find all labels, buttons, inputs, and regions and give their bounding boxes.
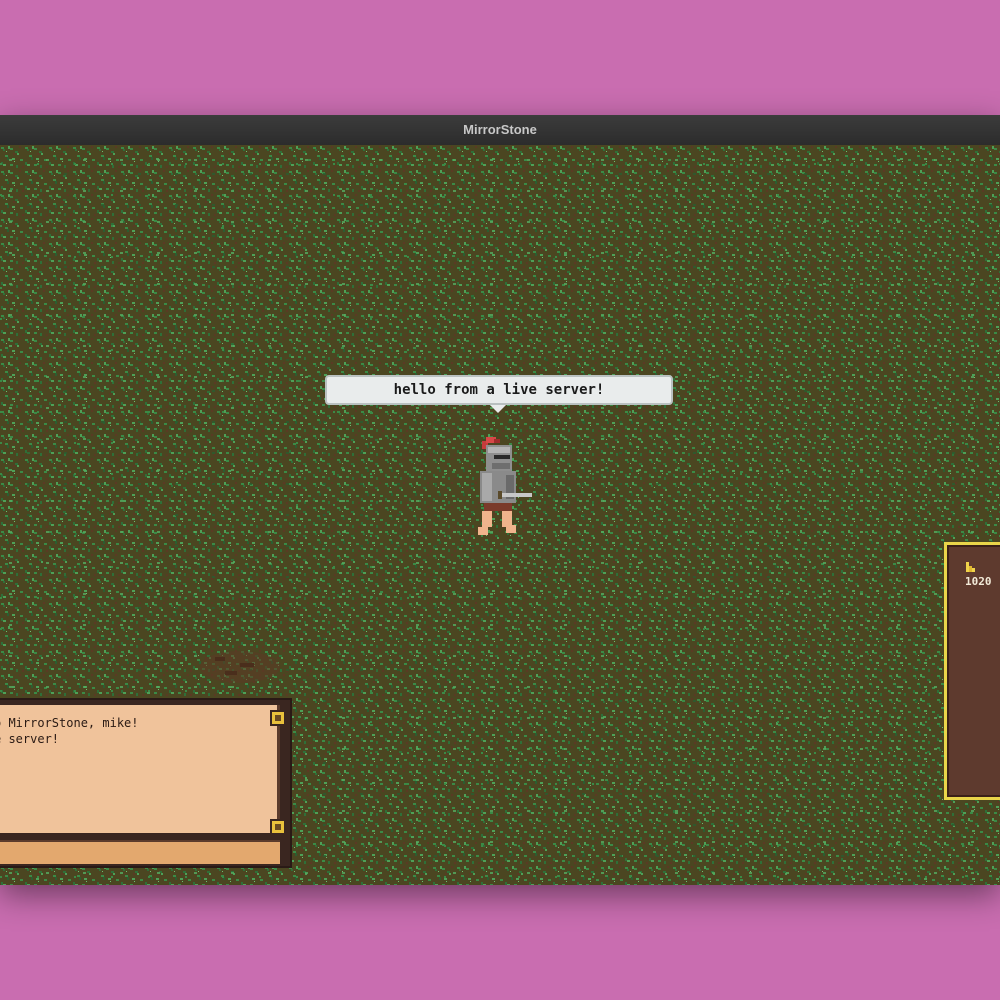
- window-title: MirrorStone: [463, 122, 537, 137]
- window-titlebar[interactable]: MirrorStone: [0, 115, 1000, 146]
- chat-line: o MirrorStone, mike!: [0, 716, 139, 730]
- gold-count: 1020: [965, 575, 992, 588]
- game-canvas[interactable]: hello from a live server! o MirrorStone,…: [0, 145, 1000, 885]
- chat-input[interactable]: [0, 840, 280, 864]
- player-knight[interactable]: [470, 435, 536, 545]
- inventory-panel: 1020: [944, 542, 1000, 800]
- scroll-down-icon[interactable]: [270, 819, 286, 835]
- game-window: MirrorStone hello from a live server! o …: [0, 115, 1000, 885]
- speech-bubble-tail: [490, 405, 506, 413]
- scroll-up-icon[interactable]: [270, 710, 286, 726]
- chat-box: o MirrorStone, mike! e server!: [0, 698, 292, 868]
- speech-bubble: hello from a live server!: [325, 375, 673, 405]
- gold-coin-icon: [966, 562, 975, 572]
- dirt-patch: [200, 651, 280, 683]
- chat-line: e server!: [0, 732, 60, 746]
- chat-log[interactable]: o MirrorStone, mike! e server!: [0, 705, 280, 833]
